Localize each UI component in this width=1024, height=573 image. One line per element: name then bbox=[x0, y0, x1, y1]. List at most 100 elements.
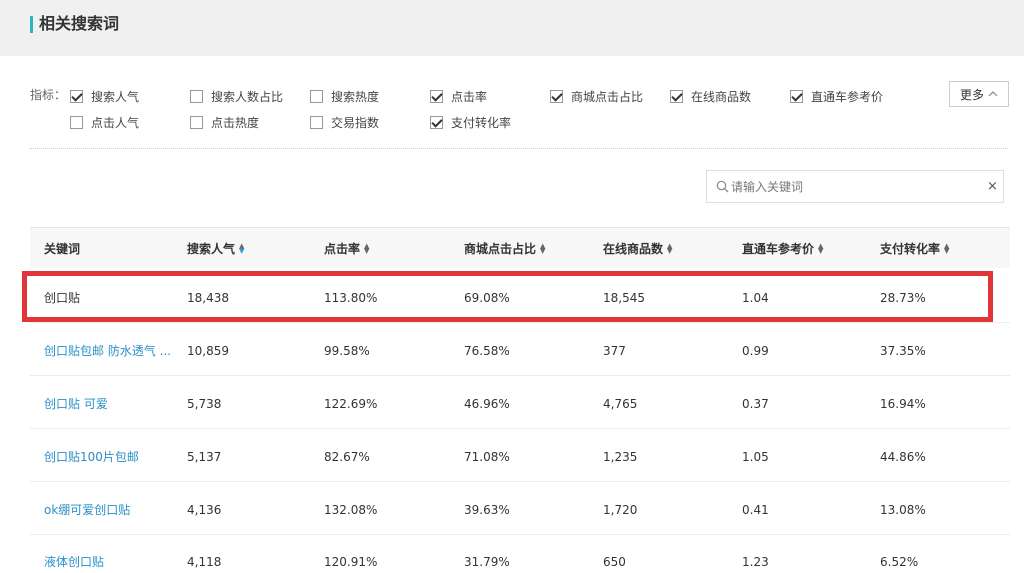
column-header-label: 商城点击占比 bbox=[464, 242, 537, 256]
cell-mall-click-share: 31.79% bbox=[464, 555, 510, 569]
checkbox-box[interactable] bbox=[550, 89, 563, 103]
checkbox-box[interactable] bbox=[70, 115, 83, 129]
keyword-link[interactable]: 创口贴包邮 防水透气 ... bbox=[44, 343, 171, 359]
cell-pay-conversion: 16.94% bbox=[880, 397, 926, 411]
checkbox-box[interactable] bbox=[190, 89, 203, 103]
cell-click-rate: 120.91% bbox=[324, 555, 378, 569]
chevron-up-icon bbox=[988, 89, 998, 100]
cell-pay-conversion: 13.08% bbox=[880, 503, 926, 517]
cell-search-popularity: 10,859 bbox=[187, 344, 229, 358]
checkbox-mall-click-share[interactable]: 商城点击占比 bbox=[550, 88, 643, 104]
cell-online-items: 1,720 bbox=[603, 503, 638, 517]
checkbox-click-rate[interactable]: 点击率 bbox=[430, 88, 487, 104]
keyword-search-box[interactable]: × bbox=[706, 170, 1004, 203]
cell-ztc-price: 0.37 bbox=[742, 397, 769, 411]
cell-pay-conversion: 44.86% bbox=[880, 450, 926, 464]
cell-mall-click-share: 46.96% bbox=[464, 397, 510, 411]
checkbox-search-heat[interactable]: 搜索热度 bbox=[310, 88, 379, 104]
table-row bbox=[30, 429, 1010, 482]
checkbox-box[interactable] bbox=[430, 89, 443, 103]
cell-ztc-price: 0.41 bbox=[742, 503, 769, 517]
cell-online-items: 377 bbox=[603, 344, 626, 358]
checkbox-click-heat[interactable]: 点击热度 bbox=[190, 114, 259, 130]
table-row bbox=[30, 482, 1010, 535]
checkbox-box[interactable] bbox=[670, 89, 683, 103]
checkbox-box[interactable] bbox=[430, 115, 443, 129]
more-button[interactable]: 更多 bbox=[949, 81, 1009, 107]
checkbox-label: 商城点击占比 bbox=[571, 89, 644, 104]
keyword-link[interactable]: ok绷可爱创口贴 bbox=[44, 502, 130, 518]
column-header-online-items[interactable]: 在线商品数 ▲ ▼ bbox=[603, 240, 672, 257]
clear-icon[interactable]: × bbox=[987, 179, 998, 195]
keyword-link[interactable]: 创口贴100片包邮 bbox=[44, 449, 139, 465]
checkbox-click-popularity[interactable]: 点击人气 bbox=[70, 114, 139, 130]
sort-icon[interactable]: ▲ ▼ bbox=[818, 242, 823, 254]
checkbox-label: 支付转化率 bbox=[451, 115, 512, 130]
checkbox-online-items[interactable]: 在线商品数 bbox=[670, 88, 751, 104]
checkbox-box[interactable] bbox=[310, 115, 323, 129]
cell-search-popularity: 4,136 bbox=[187, 503, 222, 517]
table-row bbox=[30, 270, 1010, 323]
cell-ztc-price: 1.05 bbox=[742, 450, 769, 464]
sort-icon[interactable]: ▲ ▼ bbox=[667, 242, 672, 254]
cell-online-items: 1,235 bbox=[603, 450, 638, 464]
checkbox-label: 搜索人气 bbox=[91, 89, 140, 104]
sort-icon[interactable]: ▲ ▼ bbox=[364, 242, 369, 254]
cell-search-popularity: 5,137 bbox=[187, 450, 222, 464]
column-header-click-rate[interactable]: 点击率 ▲ ▼ bbox=[324, 240, 369, 257]
column-header-label: 点击率 bbox=[324, 242, 361, 256]
checkbox-box[interactable] bbox=[70, 89, 83, 103]
column-header-label: 支付转化率 bbox=[880, 242, 941, 256]
cell-mall-click-share: 69.08% bbox=[464, 291, 510, 305]
checkbox-label: 点击热度 bbox=[211, 115, 260, 130]
column-header-keyword: 关键词 bbox=[44, 240, 80, 257]
column-header-label: 搜索人气 bbox=[187, 242, 236, 256]
sort-icon[interactable]: ▲ ▼ bbox=[540, 242, 545, 254]
header-accent-bar bbox=[30, 16, 33, 33]
keyword-link[interactable]: 液体创口贴 bbox=[44, 554, 104, 570]
cell-pay-conversion: 37.35% bbox=[880, 344, 926, 358]
checkbox-box[interactable] bbox=[190, 115, 203, 129]
more-button-label: 更多 bbox=[959, 87, 984, 102]
table-row bbox=[30, 376, 1010, 429]
cell-mall-click-share: 76.58% bbox=[464, 344, 510, 358]
column-header-pay-conversion[interactable]: 支付转化率 ▲ ▼ bbox=[880, 240, 949, 257]
checkbox-label: 点击率 bbox=[451, 89, 488, 104]
checkbox-label: 直通车参考价 bbox=[811, 89, 884, 104]
checkbox-label: 搜索热度 bbox=[331, 89, 380, 104]
cell-online-items: 4,765 bbox=[603, 397, 638, 411]
keyword-link[interactable]: 创口贴 可爱 bbox=[44, 396, 108, 412]
checkbox-box[interactable] bbox=[790, 89, 803, 103]
cell-search-popularity: 18,438 bbox=[187, 291, 229, 305]
table-row bbox=[30, 323, 1010, 376]
cell-click-rate: 122.69% bbox=[324, 397, 378, 411]
sort-icon[interactable]: ▲ ▼ bbox=[944, 242, 949, 254]
sort-icon[interactable]: ▲ ▼ bbox=[239, 242, 244, 254]
filter-divider bbox=[30, 148, 1008, 149]
column-header-label: 直通车参考价 bbox=[742, 242, 815, 256]
cell-mall-click-share: 71.08% bbox=[464, 450, 510, 464]
filter-label: 指标： bbox=[30, 88, 67, 102]
checkbox-trade-index[interactable]: 交易指数 bbox=[310, 114, 379, 130]
checkbox-ztc-price[interactable]: 直通车参考价 bbox=[790, 88, 883, 104]
keyword-link[interactable]: 创口贴 bbox=[44, 290, 80, 306]
checkbox-label: 点击人气 bbox=[91, 115, 140, 130]
checkbox-pay-conversion[interactable]: 支付转化率 bbox=[430, 114, 511, 130]
column-header-label: 在线商品数 bbox=[603, 242, 664, 256]
column-header-search-popularity[interactable]: 搜索人气 ▲ ▼ bbox=[187, 240, 244, 257]
search-input[interactable] bbox=[731, 177, 981, 197]
column-header-mall-click-share[interactable]: 商城点击占比 ▲ ▼ bbox=[464, 240, 545, 257]
cell-click-rate: 113.80% bbox=[324, 291, 378, 305]
checkbox-label: 在线商品数 bbox=[691, 89, 752, 104]
cell-pay-conversion: 28.73% bbox=[880, 291, 926, 305]
checkbox-search-popularity[interactable]: 搜索人气 bbox=[70, 88, 139, 104]
column-header-ztc-price[interactable]: 直通车参考价 ▲ ▼ bbox=[742, 240, 823, 257]
checkbox-box[interactable] bbox=[310, 89, 323, 103]
cell-online-items: 18,545 bbox=[603, 291, 645, 305]
cell-search-popularity: 4,118 bbox=[187, 555, 222, 569]
checkbox-search-user-share[interactable]: 搜索人数占比 bbox=[190, 88, 283, 104]
cell-mall-click-share: 39.63% bbox=[464, 503, 510, 517]
cell-click-rate: 132.08% bbox=[324, 503, 378, 517]
search-icon bbox=[715, 179, 731, 195]
checkbox-label: 交易指数 bbox=[331, 115, 380, 130]
